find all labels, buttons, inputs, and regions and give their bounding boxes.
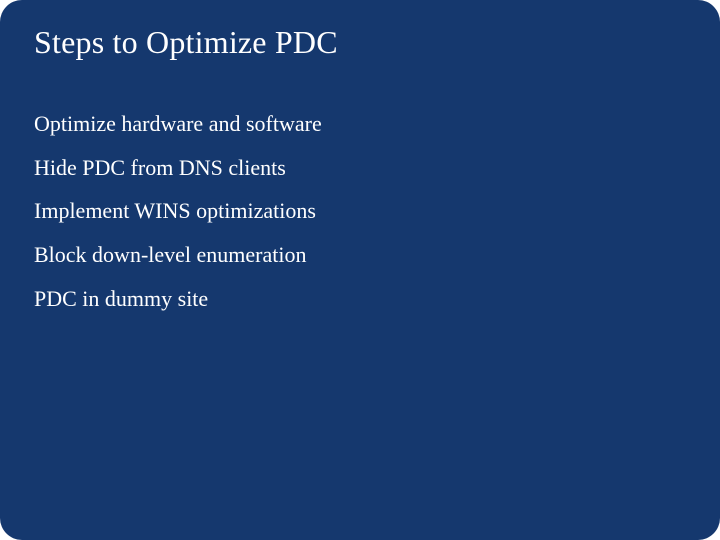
list-item: Implement WINS optimizations [34, 196, 686, 226]
list-item: Block down-level enumeration [34, 240, 686, 270]
list-item: Hide PDC from DNS clients [34, 153, 686, 183]
slide-items: Optimize hardware and software Hide PDC … [34, 109, 686, 313]
slide-title: Steps to Optimize PDC [34, 24, 686, 61]
slide: Steps to Optimize PDC Optimize hardware … [0, 0, 720, 540]
list-item: Optimize hardware and software [34, 109, 686, 139]
list-item: PDC in dummy site [34, 284, 686, 314]
